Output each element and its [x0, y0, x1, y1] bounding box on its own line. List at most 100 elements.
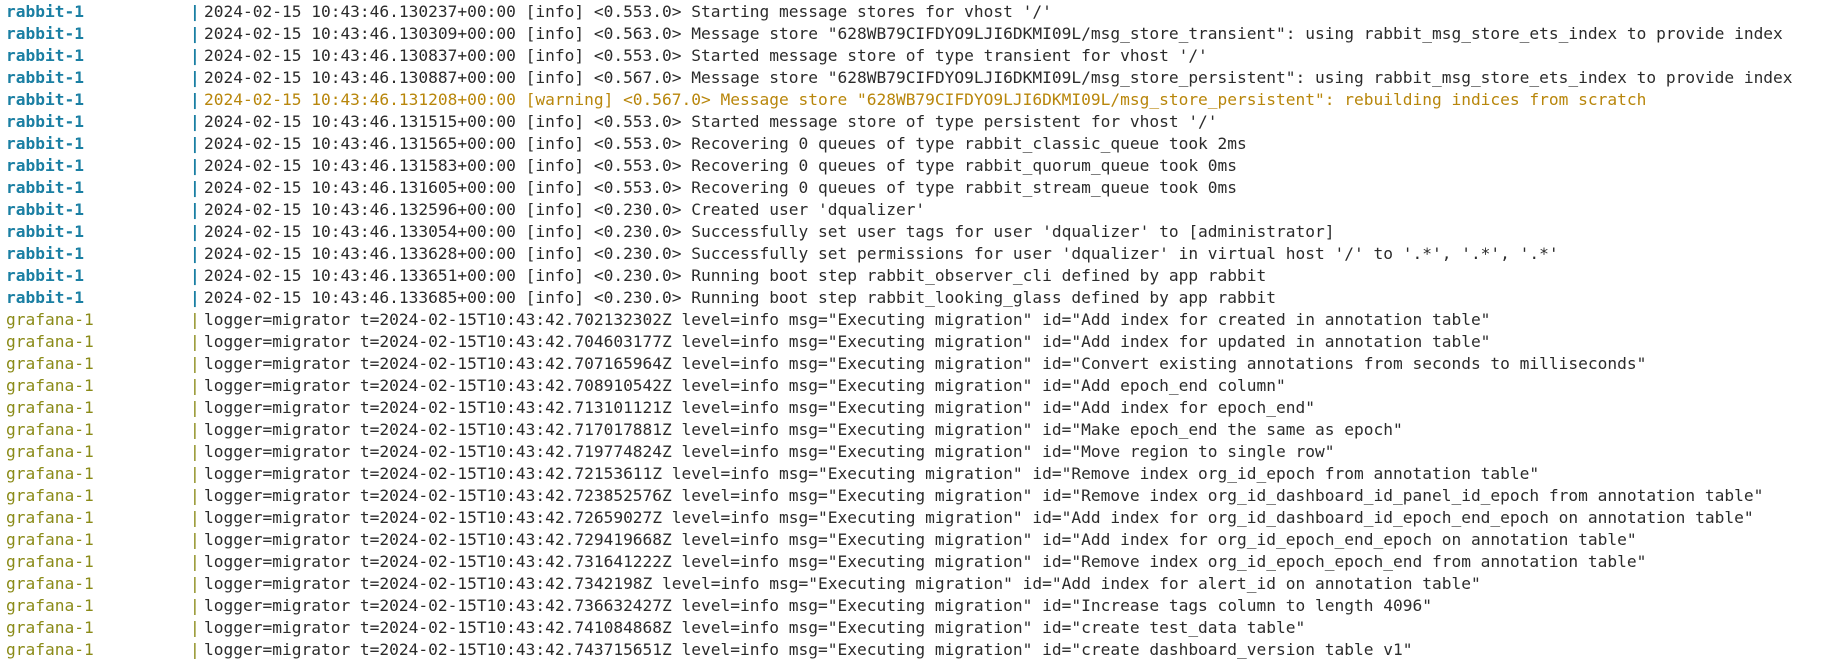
- log-separator: |: [190, 200, 200, 219]
- log-service-name: rabbit-1: [6, 156, 84, 175]
- log-service-name: rabbit-1: [6, 244, 84, 263]
- log-message: 2024-02-15 10:43:46.131605+00:00 [info] …: [204, 178, 1238, 197]
- log-message: 2024-02-15 10:43:46.133651+00:00 [info] …: [204, 266, 1267, 285]
- log-line: grafana-1 | logger=migrator t=2024-02-15T1…: [6, 573, 1840, 595]
- log-message: logger=migrator t=2024-02-15T10:43:42.72…: [204, 508, 1754, 527]
- log-service-name: grafana-1: [6, 354, 94, 373]
- log-service-name: grafana-1: [6, 618, 94, 637]
- log-service-name: grafana-1: [6, 508, 94, 527]
- log-line: rabbit-1 | 2024-02-15 10:43:46.130309+00:0…: [6, 23, 1840, 45]
- log-message: 2024-02-15 10:43:46.131583+00:00 [info] …: [204, 156, 1238, 175]
- log-separator: |: [190, 552, 200, 571]
- log-line: grafana-1 | logger=migrator t=2024-02-15T1…: [6, 331, 1840, 353]
- log-line: grafana-1 | logger=migrator t=2024-02-15T1…: [6, 639, 1840, 661]
- log-separator: |: [190, 354, 200, 373]
- log-message: logger=migrator t=2024-02-15T10:43:42.74…: [204, 640, 1413, 659]
- log-service-name: rabbit-1: [6, 288, 84, 307]
- log-message: logger=migrator t=2024-02-15T10:43:42.73…: [204, 596, 1432, 615]
- log-separator: |: [190, 134, 200, 153]
- log-line: grafana-1 | logger=migrator t=2024-02-15T1…: [6, 595, 1840, 617]
- log-message: logger=migrator t=2024-02-15T10:43:42.74…: [204, 618, 1306, 637]
- log-separator: |: [190, 442, 200, 461]
- log-line: rabbit-1 | 2024-02-15 10:43:46.131605+00:0…: [6, 177, 1840, 199]
- log-message: logger=migrator t=2024-02-15T10:43:42.71…: [204, 398, 1316, 417]
- log-line: grafana-1 | logger=migrator t=2024-02-15T1…: [6, 309, 1840, 331]
- log-message: 2024-02-15 10:43:46.130887+00:00 [info] …: [204, 68, 1793, 87]
- log-separator: |: [190, 420, 200, 439]
- log-service-name: grafana-1: [6, 640, 94, 659]
- log-separator: |: [190, 178, 200, 197]
- log-service-name: grafana-1: [6, 552, 94, 571]
- log-service-name: rabbit-1: [6, 90, 84, 109]
- terminal-log-output[interactable]: rabbit-1 | 2024-02-15 10:43:46.130237+00:0…: [0, 0, 1840, 661]
- log-service-name: rabbit-1: [6, 134, 84, 153]
- log-line: rabbit-1 | 2024-02-15 10:43:46.130887+00:0…: [6, 67, 1840, 89]
- log-service-name: rabbit-1: [6, 222, 84, 241]
- log-service-name: grafana-1: [6, 332, 94, 351]
- log-message: logger=migrator t=2024-02-15T10:43:42.70…: [204, 310, 1491, 329]
- log-line: rabbit-1 | 2024-02-15 10:43:46.133054+00:0…: [6, 221, 1840, 243]
- log-line: grafana-1 | logger=migrator t=2024-02-15T1…: [6, 353, 1840, 375]
- log-service-name: grafana-1: [6, 442, 94, 461]
- log-message: logger=migrator t=2024-02-15T10:43:42.73…: [204, 574, 1481, 593]
- log-message: 2024-02-15 10:43:46.133685+00:00 [info] …: [204, 288, 1277, 307]
- log-separator: |: [190, 464, 200, 483]
- log-line: rabbit-1 | 2024-02-15 10:43:46.133651+00:0…: [6, 265, 1840, 287]
- log-message: logger=migrator t=2024-02-15T10:43:42.72…: [204, 486, 1764, 505]
- log-separator: |: [190, 2, 200, 21]
- log-line: rabbit-1 | 2024-02-15 10:43:46.132596+00:0…: [6, 199, 1840, 221]
- log-message-warning: 2024-02-15 10:43:46.131208+00:00 [warnin…: [204, 90, 1647, 109]
- log-service-name: grafana-1: [6, 574, 94, 593]
- log-message: logger=migrator t=2024-02-15T10:43:42.70…: [204, 354, 1647, 373]
- log-message: logger=migrator t=2024-02-15T10:43:42.72…: [204, 530, 1637, 549]
- log-separator: |: [190, 222, 200, 241]
- log-line: grafana-1 | logger=migrator t=2024-02-15T1…: [6, 419, 1840, 441]
- log-line: grafana-1 | logger=migrator t=2024-02-15T1…: [6, 551, 1840, 573]
- log-line: grafana-1 | logger=migrator t=2024-02-15T1…: [6, 529, 1840, 551]
- log-separator: |: [190, 640, 200, 659]
- log-line: grafana-1 | logger=migrator t=2024-02-15T1…: [6, 441, 1840, 463]
- log-line: rabbit-1 | 2024-02-15 10:43:46.130237+00:0…: [6, 1, 1840, 23]
- log-line: rabbit-1 | 2024-02-15 10:43:46.130837+00:0…: [6, 45, 1840, 67]
- log-service-name: rabbit-1: [6, 24, 84, 43]
- log-message: logger=migrator t=2024-02-15T10:43:42.71…: [204, 442, 1335, 461]
- log-service-name: rabbit-1: [6, 2, 84, 21]
- log-line: grafana-1 | logger=migrator t=2024-02-15T1…: [6, 485, 1840, 507]
- log-separator: |: [190, 112, 200, 131]
- log-service-name: rabbit-1: [6, 178, 84, 197]
- log-service-name: grafana-1: [6, 464, 94, 483]
- log-line: rabbit-1 | 2024-02-15 10:43:46.131515+00:0…: [6, 111, 1840, 133]
- log-service-name: grafana-1: [6, 420, 94, 439]
- log-message: 2024-02-15 10:43:46.132596+00:00 [info] …: [204, 200, 926, 219]
- log-line: rabbit-1 | 2024-02-15 10:43:46.133628+00:0…: [6, 243, 1840, 265]
- log-separator: |: [190, 310, 200, 329]
- log-message: logger=migrator t=2024-02-15T10:43:42.72…: [204, 464, 1540, 483]
- log-line: grafana-1 | logger=migrator t=2024-02-15T1…: [6, 617, 1840, 639]
- log-separator: |: [190, 90, 200, 109]
- log-line: grafana-1 | logger=migrator t=2024-02-15T1…: [6, 375, 1840, 397]
- log-service-name: rabbit-1: [6, 266, 84, 285]
- log-service-name: grafana-1: [6, 530, 94, 549]
- log-message: 2024-02-15 10:43:46.133628+00:00 [info] …: [204, 244, 1559, 263]
- log-separator: |: [190, 376, 200, 395]
- log-line: rabbit-1 | 2024-02-15 10:43:46.133685+00:0…: [6, 287, 1840, 309]
- log-separator: |: [190, 244, 200, 263]
- log-message: logger=migrator t=2024-02-15T10:43:42.70…: [204, 376, 1286, 395]
- log-message: logger=migrator t=2024-02-15T10:43:42.70…: [204, 332, 1491, 351]
- log-separator: |: [190, 574, 200, 593]
- log-separator: |: [190, 68, 200, 87]
- log-separator: |: [190, 508, 200, 527]
- log-separator: |: [190, 596, 200, 615]
- log-message: 2024-02-15 10:43:46.131565+00:00 [info] …: [204, 134, 1247, 153]
- log-separator: |: [190, 156, 200, 175]
- log-separator: |: [190, 332, 200, 351]
- log-separator: |: [190, 24, 200, 43]
- log-line: grafana-1 | logger=migrator t=2024-02-15T1…: [6, 507, 1840, 529]
- log-message: 2024-02-15 10:43:46.130837+00:00 [info] …: [204, 46, 1208, 65]
- log-service-name: grafana-1: [6, 398, 94, 417]
- log-separator: |: [190, 398, 200, 417]
- log-separator: |: [190, 266, 200, 285]
- log-message: 2024-02-15 10:43:46.133054+00:00 [info] …: [204, 222, 1335, 241]
- log-line: rabbit-1 | 2024-02-15 10:43:46.131565+00:0…: [6, 133, 1840, 155]
- log-line: grafana-1 | logger=migrator t=2024-02-15T1…: [6, 463, 1840, 485]
